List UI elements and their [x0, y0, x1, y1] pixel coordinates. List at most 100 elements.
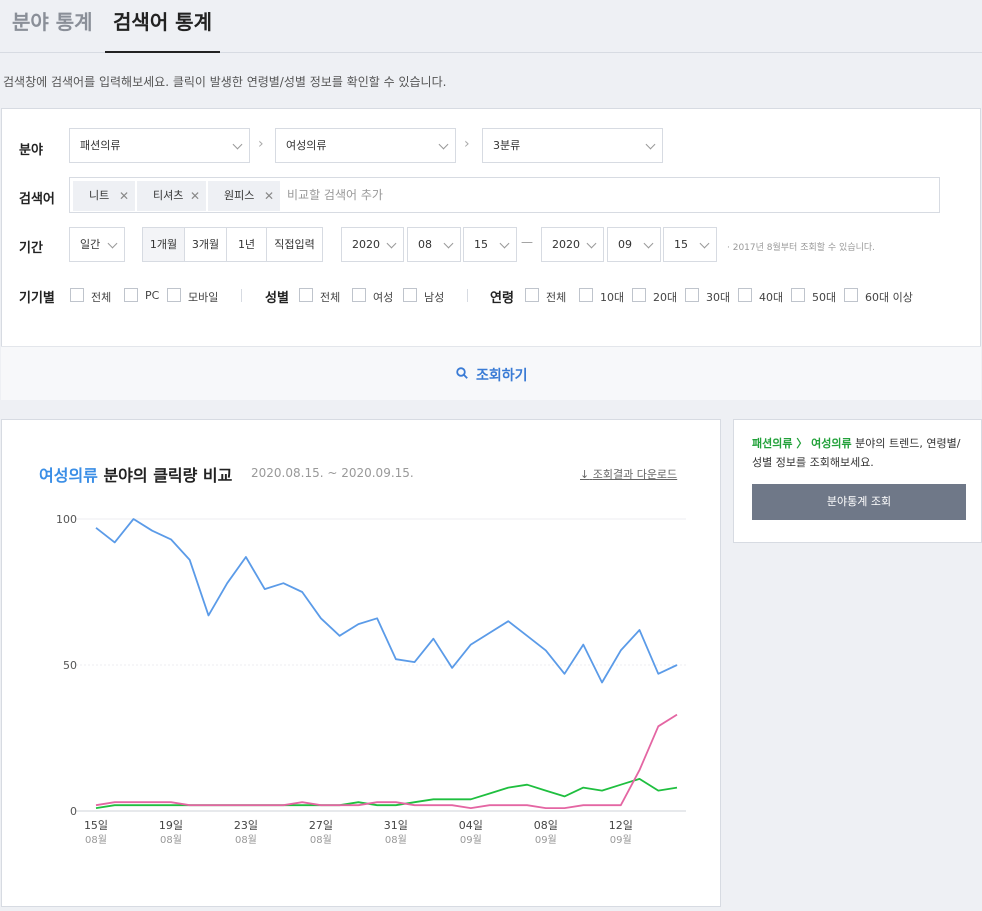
end-day-value: 15: [674, 238, 688, 251]
gender-female-label: 여성: [373, 291, 394, 304]
category-select-3-value: 3분류: [493, 139, 521, 152]
age-40-label: 40대: [759, 291, 784, 304]
start-day-select[interactable]: 15: [463, 227, 517, 262]
chevron-right-icon: ›: [464, 136, 470, 152]
chevron-right-icon: ›: [258, 136, 264, 152]
gender-male-label: 남성: [424, 291, 445, 304]
device-pc-label: PC: [145, 289, 160, 302]
gender-all-label: 전체: [320, 291, 341, 304]
side-path-sep: 〉: [792, 437, 812, 450]
keyword-input-box[interactable]: 니트 ✕ 티셔츠 ✕ 원피스 ✕ 비교할 검색어 추가: [69, 177, 940, 213]
age-30-checkbox[interactable]: [685, 288, 699, 302]
chevron-down-icon: [645, 139, 656, 150]
age-20-label: 20대: [653, 291, 678, 304]
field-stats-button[interactable]: 분야통계 조회: [752, 484, 966, 520]
gender-all-checkbox[interactable]: [299, 288, 313, 302]
download-icon: ↓: [580, 468, 590, 481]
device-pc-checkbox[interactable]: [124, 288, 138, 302]
device-mobile-checkbox[interactable]: [167, 288, 181, 302]
start-month-value: 08: [418, 238, 432, 251]
device-all-label: 전체: [91, 291, 112, 304]
granularity-value: 일간: [80, 238, 101, 251]
age-all-label: 전체: [546, 291, 567, 304]
age-60-checkbox[interactable]: [844, 288, 858, 302]
range-1month[interactable]: 1개월: [142, 227, 185, 262]
age-30-label: 30대: [706, 291, 731, 304]
keyword-add-input[interactable]: 비교할 검색어 추가: [287, 186, 383, 203]
side-path-cat2: 여성의류: [811, 437, 852, 450]
category-select-3[interactable]: 3분류: [482, 128, 663, 163]
chevron-down-icon: [699, 238, 710, 249]
side-text: 패션의류 〉 여성의류 분야의 트렌드, 연령별/성별 정보를 조회해보세요.: [752, 434, 970, 472]
chevron-down-icon: [643, 238, 654, 249]
keyword-chip: 니트 ✕: [73, 181, 135, 211]
close-icon[interactable]: ✕: [264, 181, 274, 211]
age-60-label: 60대 이상: [865, 291, 913, 304]
download-label: 조회결과 다운로드: [592, 468, 678, 481]
category-select-1[interactable]: 패션의류: [69, 128, 250, 163]
device-mobile-label: 모바일: [188, 291, 219, 304]
close-icon[interactable]: ✕: [190, 181, 200, 211]
end-month-value: 09: [618, 238, 632, 251]
keyword-chip-label: 티셔츠: [153, 189, 184, 202]
search-icon: [456, 367, 468, 379]
keyword-chip: 티셔츠 ✕: [137, 181, 206, 211]
date-note: · 2017년 8월부터 조회할 수 있습니다.: [727, 243, 876, 253]
start-day-value: 15: [474, 238, 488, 251]
age-all-checkbox[interactable]: [525, 288, 539, 302]
divider: [241, 289, 242, 302]
chart-title: 여성의류 분야의 클릭량 비교: [39, 462, 232, 486]
range-custom[interactable]: 직접입력: [266, 227, 323, 262]
chart-date-range: 2020.08.15. ~ 2020.09.15.: [251, 466, 414, 480]
start-month-select[interactable]: 08: [407, 227, 461, 262]
end-year-select[interactable]: 2020: [541, 227, 604, 262]
age-label: 연령: [490, 291, 514, 306]
keyword-chip: 원피스 ✕: [208, 181, 280, 211]
age-20-checkbox[interactable]: [632, 288, 646, 302]
chevron-down-icon: [443, 238, 454, 249]
chevron-down-icon: [586, 238, 597, 249]
age-50-checkbox[interactable]: [791, 288, 805, 302]
device-all-checkbox[interactable]: [70, 288, 84, 302]
end-month-select[interactable]: 09: [607, 227, 661, 262]
end-year-value: 2020: [552, 238, 580, 251]
chevron-down-icon: [386, 238, 397, 249]
side-path-cat1: 패션의류: [752, 437, 793, 450]
gender-label: 성별: [265, 291, 289, 306]
range-dash: —: [521, 235, 533, 249]
chevron-down-icon: [107, 238, 118, 249]
chart-title-category: 여성의류: [39, 466, 98, 485]
category-label: 분야: [19, 143, 43, 158]
chevron-down-icon: [232, 139, 243, 150]
keyword-chip-label: 니트: [89, 189, 110, 202]
chart-title-rest: 분야의 클릭량 비교: [97, 466, 233, 485]
download-link[interactable]: ↓ 조회결과 다운로드: [580, 466, 677, 482]
start-year-value: 2020: [352, 238, 380, 251]
end-day-select[interactable]: 15: [663, 227, 717, 262]
gender-female-checkbox[interactable]: [352, 288, 366, 302]
age-50-label: 50대: [812, 291, 837, 304]
device-label: 기기별: [19, 291, 55, 306]
age-10-label: 10대: [600, 291, 625, 304]
close-icon[interactable]: ✕: [119, 181, 129, 211]
range-3month[interactable]: 3개월: [184, 227, 227, 262]
chevron-down-icon: [438, 139, 449, 150]
keyword-chip-label: 원피스: [224, 189, 255, 202]
start-year-select[interactable]: 2020: [341, 227, 404, 262]
chart-card: [1, 419, 721, 907]
period-label: 기간: [19, 241, 43, 256]
help-text: 검색창에 검색어를 입력해보세요. 클릭이 발생한 연령별/성별 정보를 확인할…: [3, 75, 447, 89]
tab-keyword-stats[interactable]: 검색어 통계: [105, 8, 220, 53]
category-select-2-value: 여성의류: [286, 139, 327, 152]
gender-male-checkbox[interactable]: [403, 288, 417, 302]
category-select-1-value: 패션의류: [80, 139, 121, 152]
divider: [467, 289, 468, 302]
category-select-2[interactable]: 여성의류: [275, 128, 456, 163]
search-button-label: 조회하기: [476, 368, 528, 384]
range-1year[interactable]: 1년: [226, 227, 267, 262]
age-40-checkbox[interactable]: [738, 288, 752, 302]
keyword-label: 검색어: [19, 192, 55, 207]
chevron-down-icon: [499, 238, 510, 249]
age-10-checkbox[interactable]: [579, 288, 593, 302]
granularity-select[interactable]: 일간: [69, 227, 125, 262]
